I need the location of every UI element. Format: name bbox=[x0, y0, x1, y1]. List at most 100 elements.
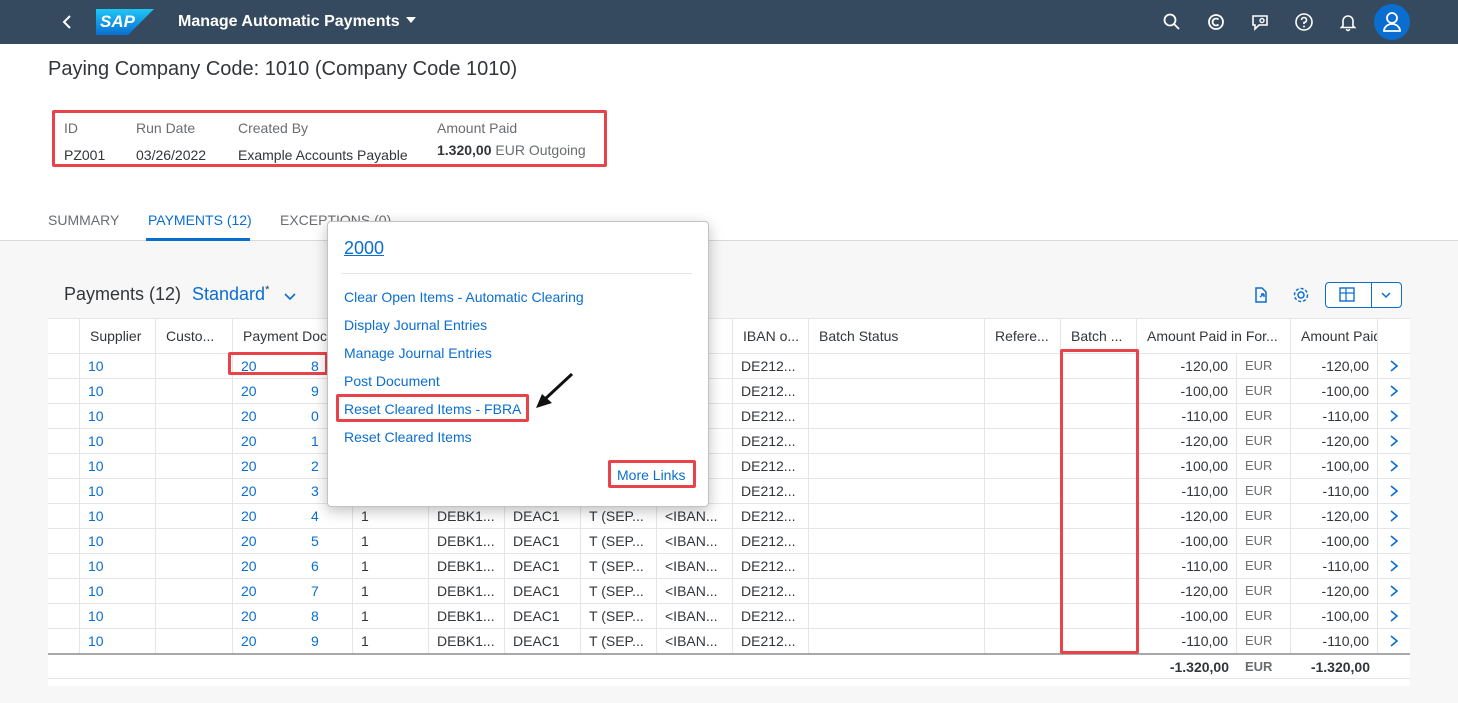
payment-doc-suffix[interactable]: 6 bbox=[311, 554, 319, 578]
link-manage-journal-entries[interactable]: Manage Journal Entries bbox=[344, 345, 492, 361]
chevron-right-icon[interactable] bbox=[1388, 359, 1400, 373]
payment-doc-prefix[interactable]: 20 bbox=[241, 533, 257, 549]
back-icon[interactable] bbox=[56, 10, 78, 34]
supplier-cell[interactable]: 10 bbox=[80, 579, 156, 604]
payment-doc-suffix[interactable]: 9 bbox=[311, 629, 319, 653]
row-selector[interactable] bbox=[48, 354, 80, 379]
chevron-right-icon[interactable] bbox=[1388, 384, 1400, 398]
copilot-icon[interactable] bbox=[1206, 12, 1226, 32]
popover-title-link[interactable]: 2000 bbox=[344, 238, 384, 259]
table-row[interactable]: 10 20 7 1 DEBK1... DEAC1 T (SEP... <IBAN... DE21… bbox=[48, 578, 1410, 604]
supplier-cell[interactable]: 10 bbox=[80, 429, 156, 454]
supplier-cell[interactable]: 10 bbox=[80, 454, 156, 479]
help-icon[interactable] bbox=[1294, 12, 1314, 32]
payment-doc-suffix[interactable]: 9 bbox=[311, 379, 319, 403]
row-selector[interactable] bbox=[48, 554, 80, 579]
chevron-right-icon[interactable] bbox=[1388, 434, 1400, 448]
chevron-down-icon[interactable] bbox=[1378, 287, 1394, 303]
payment-doc-prefix[interactable]: 20 bbox=[241, 583, 257, 599]
chevron-right-icon[interactable] bbox=[1388, 634, 1400, 648]
payment-doc-cell[interactable]: 20 5 bbox=[233, 529, 353, 554]
row-selector[interactable] bbox=[48, 604, 80, 629]
link-clear-open-items[interactable]: Clear Open Items - Automatic Clearing bbox=[344, 289, 584, 305]
payment-doc-suffix[interactable]: 2 bbox=[311, 454, 319, 478]
feedback-icon[interactable] bbox=[1250, 12, 1270, 32]
chevron-right-icon[interactable] bbox=[1388, 459, 1400, 473]
column-header-customer[interactable]: Custo... bbox=[156, 319, 233, 353]
row-selector[interactable] bbox=[48, 504, 80, 529]
row-selector[interactable] bbox=[48, 404, 80, 429]
column-header-iban[interactable]: IBAN o... bbox=[733, 319, 809, 353]
chevron-down-icon[interactable] bbox=[282, 288, 298, 304]
payment-doc-suffix[interactable]: 4 bbox=[311, 504, 319, 528]
payment-doc-prefix[interactable]: 20 bbox=[241, 483, 257, 499]
payment-doc-suffix[interactable]: 3 bbox=[311, 479, 319, 503]
gear-icon[interactable] bbox=[1291, 285, 1311, 305]
row-selector[interactable] bbox=[48, 429, 80, 454]
payment-doc-suffix[interactable]: 5 bbox=[311, 529, 319, 553]
row-selector[interactable] bbox=[48, 379, 80, 404]
row-selector[interactable] bbox=[48, 629, 80, 654]
payment-doc-cell[interactable]: 20 8 bbox=[233, 604, 353, 629]
payment-doc-cell[interactable]: 20 6 bbox=[233, 554, 353, 579]
supplier-cell[interactable]: 10 bbox=[80, 604, 156, 629]
table-row[interactable]: 10 20 3 DE212... -110,00 EUR -110,00 bbox=[48, 478, 1410, 504]
row-selector[interactable] bbox=[48, 529, 80, 554]
table-row[interactable]: 10 20 9 DE212... -100,00 EUR -100,00 bbox=[48, 378, 1410, 404]
chevron-right-icon[interactable] bbox=[1388, 609, 1400, 623]
payment-doc-cell[interactable]: 20 4 bbox=[233, 504, 353, 529]
payment-doc-prefix[interactable]: 20 bbox=[241, 433, 257, 449]
chevron-right-icon[interactable] bbox=[1388, 484, 1400, 498]
column-header-amount-paid[interactable]: Amount Paid bbox=[1291, 319, 1378, 353]
link-post-document[interactable]: Post Document bbox=[344, 373, 440, 389]
payment-doc-suffix[interactable]: 7 bbox=[311, 579, 319, 603]
tab-payments[interactable]: PAYMENTS (12) bbox=[148, 212, 252, 228]
payment-doc-prefix[interactable]: 20 bbox=[241, 508, 257, 524]
supplier-cell[interactable]: 10 bbox=[80, 354, 156, 379]
payment-doc-prefix[interactable]: 20 bbox=[241, 383, 257, 399]
table-row[interactable]: 10 20 9 1 DEBK1... DEAC1 T (SEP... <IBAN... DE21… bbox=[48, 628, 1410, 654]
column-header-batch-status[interactable]: Batch Status bbox=[809, 319, 985, 353]
bell-icon[interactable] bbox=[1338, 12, 1358, 32]
supplier-cell[interactable]: 10 bbox=[80, 404, 156, 429]
chevron-right-icon[interactable] bbox=[1388, 509, 1400, 523]
chevron-right-icon[interactable] bbox=[1388, 584, 1400, 598]
chevron-right-icon[interactable] bbox=[1388, 559, 1400, 573]
link-reset-cleared-items[interactable]: Reset Cleared Items bbox=[344, 429, 472, 445]
supplier-cell[interactable]: 10 bbox=[80, 504, 156, 529]
column-header-amount-fc[interactable]: Amount Paid in For... bbox=[1137, 319, 1291, 353]
payment-doc-suffix[interactable]: 0 bbox=[311, 404, 319, 428]
payment-doc-prefix[interactable]: 20 bbox=[241, 408, 257, 424]
table-row[interactable]: 10 20 6 1 DEBK1... DEAC1 T (SEP... <IBAN... DE21… bbox=[48, 553, 1410, 579]
payment-doc-prefix[interactable]: 20 bbox=[241, 558, 257, 574]
payment-doc-prefix[interactable]: 20 bbox=[241, 633, 257, 649]
export-icon[interactable] bbox=[1251, 285, 1271, 305]
user-avatar[interactable] bbox=[1374, 4, 1410, 40]
supplier-cell[interactable]: 10 bbox=[80, 479, 156, 504]
column-header-batch[interactable]: Batch ... bbox=[1061, 319, 1137, 353]
table-row[interactable]: 10 20 8 1 DEBK1... DEAC1 T (SEP... <IBAN... DE21… bbox=[48, 603, 1410, 629]
table-row[interactable]: 10 20 1 DE212... -120,00 EUR -120,00 bbox=[48, 428, 1410, 454]
column-header-supplier[interactable]: Supplier bbox=[80, 319, 156, 353]
row-selector[interactable] bbox=[48, 579, 80, 604]
select-all-header[interactable] bbox=[48, 319, 80, 353]
row-selector[interactable] bbox=[48, 454, 80, 479]
export-split-button[interactable] bbox=[1325, 282, 1402, 308]
tab-summary[interactable]: SUMMARY bbox=[48, 212, 119, 228]
supplier-cell[interactable]: 10 bbox=[80, 554, 156, 579]
sap-logo[interactable]: SAP bbox=[96, 9, 154, 35]
table-row[interactable]: 10 20 0 DE212... -110,00 EUR -110,00 bbox=[48, 403, 1410, 429]
supplier-cell[interactable]: 10 bbox=[80, 379, 156, 404]
supplier-cell[interactable]: 10 bbox=[80, 529, 156, 554]
payment-doc-cell[interactable]: 20 9 bbox=[233, 629, 353, 654]
chevron-right-icon[interactable] bbox=[1388, 409, 1400, 423]
payment-doc-suffix[interactable]: 8 bbox=[311, 604, 319, 628]
table-row[interactable]: 10 20 2 DE212... -100,00 EUR -100,00 bbox=[48, 453, 1410, 479]
payment-doc-prefix[interactable]: 20 bbox=[241, 458, 257, 474]
table-row[interactable]: 10 20 5 1 DEBK1... DEAC1 T (SEP... <IBAN... DE21… bbox=[48, 528, 1410, 554]
payment-doc-cell[interactable]: 20 7 bbox=[233, 579, 353, 604]
supplier-cell[interactable]: 10 bbox=[80, 629, 156, 654]
column-header-reference[interactable]: Refere... bbox=[985, 319, 1061, 353]
payment-doc-prefix[interactable]: 20 bbox=[241, 608, 257, 624]
search-icon[interactable] bbox=[1162, 12, 1182, 32]
